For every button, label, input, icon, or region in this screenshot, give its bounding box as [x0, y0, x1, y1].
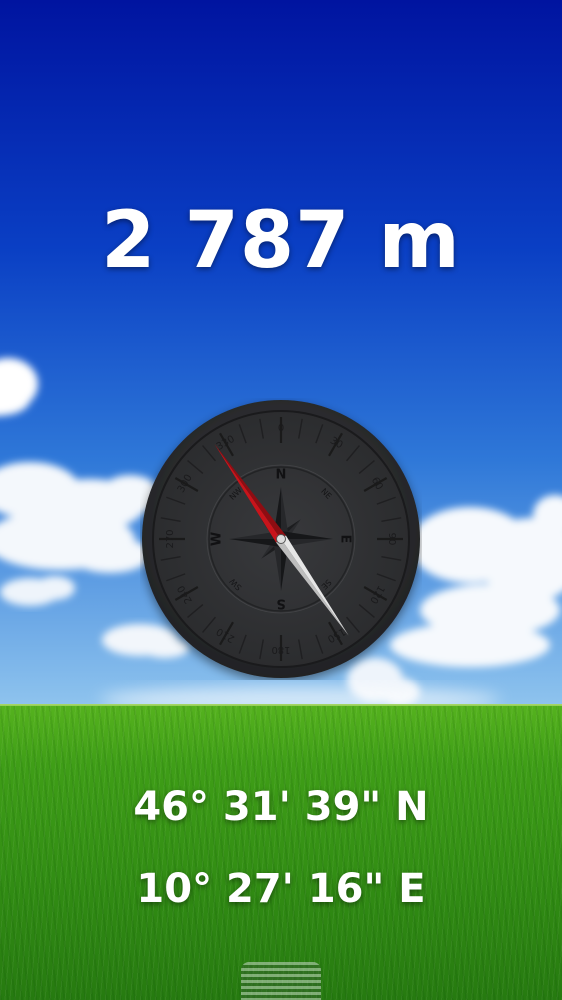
compass-degree-label: 90 [386, 533, 397, 546]
drag-handle-icon[interactable] [241, 962, 321, 1000]
compass-dial[interactable]: 0306090120150180210240270300330 NESWNESE… [140, 398, 422, 680]
compass-cardinal-label: W [210, 532, 225, 546]
compass-cardinal-label: S [276, 596, 285, 611]
compass-cardinal-label: E [338, 535, 353, 544]
compass-degree-label: 180 [271, 644, 290, 655]
longitude-readout: 10° 27' 16" E [136, 866, 426, 912]
altitude-readout: 2 787 m [101, 196, 461, 286]
compass-degree-label: 270 [165, 529, 176, 548]
latitude-readout: 46° 31' 39" N [133, 784, 429, 830]
compass-cardinal-label: N [276, 468, 287, 483]
grass-background [0, 706, 562, 1000]
compass-app-screen: 2 787 m 0 30 60 90 120 150 180 210 240 270 300 330 … [0, 0, 562, 1000]
compass-pivot [276, 534, 286, 544]
compass-degree-label: 0 [278, 423, 284, 434]
